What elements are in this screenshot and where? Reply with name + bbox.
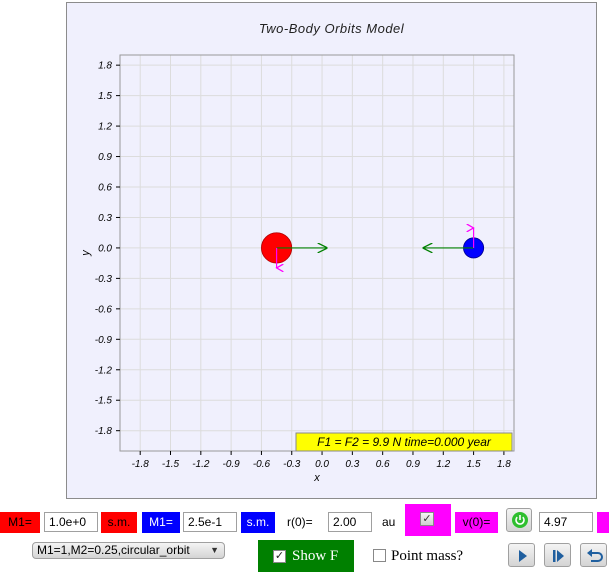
- preset-select[interactable]: M1=1,M2=0.25,circular_orbit ▼: [32, 542, 225, 559]
- toggle-button[interactable]: ✓: [405, 504, 451, 536]
- x-tick-label: -0.3: [283, 459, 301, 470]
- status-box: F1 = F2 = 9.9 N time=0.000 year: [295, 432, 513, 452]
- y-tick-label: 0.6: [98, 183, 112, 194]
- status-text: F1 = F2 = 9.9 N time=0.000 year: [317, 435, 492, 449]
- y-tick-label: 1.5: [98, 91, 112, 102]
- y-tick-label: 1.8: [98, 61, 112, 72]
- v0-label: v(0)=: [455, 512, 498, 533]
- x-tick-label: 0.6: [376, 459, 390, 470]
- y-tick-label: -1.2: [95, 365, 113, 376]
- x-tick-label: 0.3: [345, 459, 359, 470]
- y-tick-label: -1.8: [95, 426, 113, 437]
- plot-area: [119, 54, 515, 452]
- y-tick-label: 0.0: [98, 243, 112, 254]
- y-axis-label: y: [80, 249, 92, 257]
- y-tick-label: 1.2: [98, 122, 112, 133]
- show-force-toggle[interactable]: ✓ Show F: [258, 540, 354, 572]
- y-tick-label: 0.3: [98, 213, 112, 224]
- show-force-label: Show F: [292, 548, 339, 564]
- x-tick-label: -1.2: [192, 459, 210, 470]
- show-force-checkbox[interactable]: ✓: [273, 550, 286, 563]
- point-mass-label: Point mass?: [391, 548, 464, 564]
- x-tick-label: -0.9: [223, 459, 241, 470]
- play-icon: [519, 550, 527, 562]
- m2-input[interactable]: 2.5e-1: [183, 512, 237, 532]
- chevron-down-icon: ▼: [210, 545, 219, 555]
- y-tick-label: -0.3: [95, 274, 113, 285]
- x-tick-label: -0.6: [253, 459, 271, 470]
- v0-unit-label: [597, 512, 609, 533]
- v0-input[interactable]: 4.97: [539, 512, 593, 532]
- x-tick-label: 1.2: [436, 459, 450, 470]
- x-tick-label: 0.9: [406, 459, 420, 470]
- m1-unit-label: s.m.: [101, 512, 137, 533]
- x-tick-label: -1.5: [162, 459, 180, 470]
- r0-label: r(0)=: [287, 515, 313, 529]
- power-button[interactable]: [506, 508, 532, 532]
- step-button[interactable]: [544, 543, 571, 567]
- reset-icon: [587, 549, 603, 562]
- y-tick-label: 0.9: [98, 152, 112, 163]
- r0-unit-label: au: [382, 515, 396, 529]
- y-tick-label: -0.9: [95, 335, 113, 346]
- power-icon: [512, 512, 528, 528]
- x-axis-label: x: [313, 472, 320, 484]
- y-tick-label: -1.5: [95, 396, 113, 407]
- play-button[interactable]: [508, 543, 535, 567]
- m2-unit-label: s.m.: [241, 512, 275, 533]
- preset-select-value: M1=1,M2=0.25,circular_orbit: [37, 543, 190, 557]
- r0-input[interactable]: 2.00: [328, 512, 372, 532]
- x-tick-label: 0.0: [315, 459, 329, 470]
- plot-grid: [120, 55, 514, 451]
- x-tick-label: -1.8: [132, 459, 150, 470]
- check-icon: ✓: [420, 512, 434, 526]
- y-tick-label: -0.6: [95, 304, 113, 315]
- x-tick-label: 1.5: [467, 459, 481, 470]
- step-icon: [553, 550, 564, 562]
- m1-input[interactable]: 1.0e+0: [44, 512, 98, 532]
- m2-label: M1=: [142, 512, 180, 533]
- reset-button[interactable]: [580, 543, 607, 567]
- simulation-panel: Two-Body Orbits Model -1.8 -1.5 -1.2 -0.9 -0…: [66, 2, 597, 499]
- x-tick-label: 1.8: [497, 459, 511, 470]
- y-axis: 1.8 1.5 1.2 0.9 0.6 0.3 0.0 -0.3 -0.6 -0.9 -1.2 -1.…: [95, 61, 120, 437]
- x-axis: -1.8 -1.5 -1.2 -0.9 -0.6 -0.3 0.0 0.3 0.6 0.9 1.2 1…: [132, 451, 511, 470]
- m1-label: M1=: [0, 512, 40, 533]
- point-mass-checkbox[interactable]: [373, 549, 386, 562]
- orbit-plot[interactable]: -1.8 -1.5 -1.2 -0.9 -0.6 -0.3 0.0 0.3 0.6 0.9 1.2 1…: [67, 3, 598, 500]
